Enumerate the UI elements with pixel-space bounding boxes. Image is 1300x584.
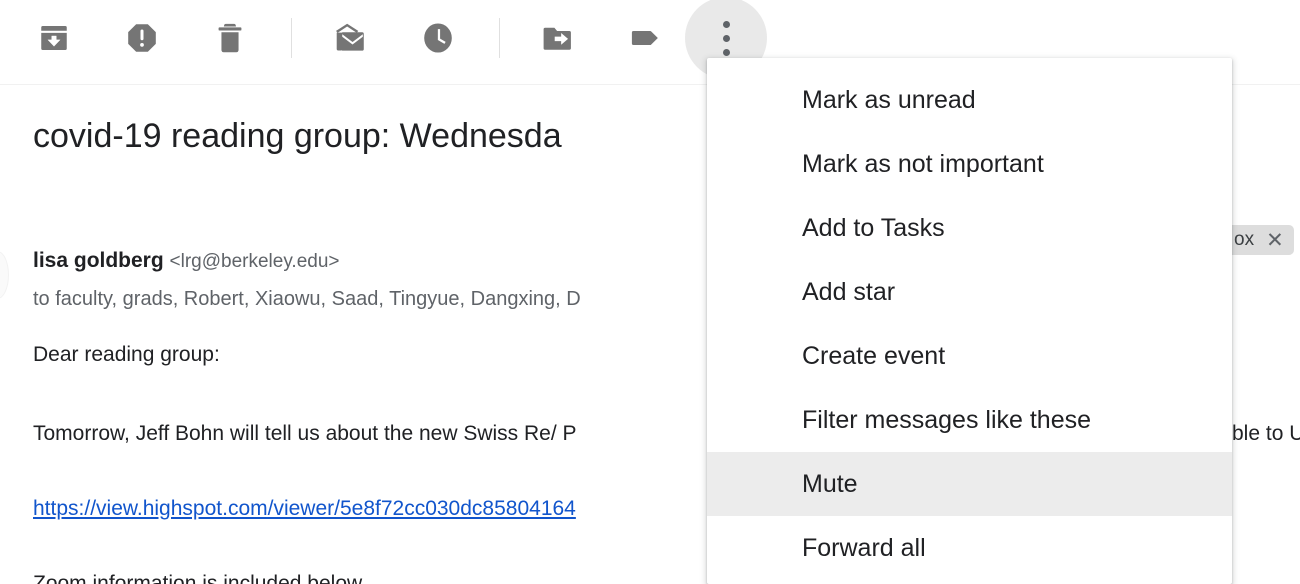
body-greeting: Dear reading group: <box>33 343 220 366</box>
kebab-menu-icon <box>722 17 730 59</box>
menu-item-mute[interactable]: Mute <box>707 452 1232 516</box>
menu-item-mark-as-not-important[interactable]: Mark as not important <box>707 132 1232 196</box>
body-paragraph-overflow: ble to U <box>1232 422 1300 445</box>
body-link[interactable]: https://view.highspot.com/viewer/5e8f72c… <box>33 494 576 524</box>
menu-item-label: Forward all <box>802 533 926 562</box>
menu-item-label: Add star <box>802 277 896 306</box>
trash-icon <box>212 20 248 56</box>
archive-button[interactable] <box>24 8 84 68</box>
move-to-button[interactable] <box>528 8 588 68</box>
menu-item-label: Filter messages like these <box>802 405 1092 434</box>
body-paragraph: Tomorrow, Jeff Bohn will tell us about t… <box>33 422 577 445</box>
folder-arrow-icon <box>540 20 576 56</box>
sender-email: <lrg@berkeley.edu> <box>169 251 340 272</box>
tag-icon <box>628 20 664 56</box>
snooze-button[interactable] <box>408 8 468 68</box>
toolbar-separator-2 <box>499 18 500 58</box>
menu-item-add-star[interactable]: Add star <box>707 260 1232 324</box>
inbox-label-text: ox <box>1234 229 1255 250</box>
sender-line: lisa goldberg <lrg@berkeley.edu> <box>33 247 340 276</box>
menu-item-label: Add to Tasks <box>802 213 945 242</box>
menu-item-forward-all[interactable]: Forward all <box>707 516 1232 580</box>
menu-item-label: Mute <box>802 469 858 498</box>
recipients-line[interactable]: to faculty, grads, Robert, Xiaowu, Saad,… <box>33 285 581 313</box>
sender-name: lisa goldberg <box>33 249 164 272</box>
report-spam-icon <box>124 20 160 56</box>
menu-item-label: Mark as unread <box>802 85 976 114</box>
labels-button[interactable] <box>616 8 676 68</box>
archive-icon <box>36 20 72 56</box>
menu-item-filter-messages-like-these[interactable]: Filter messages like these <box>707 388 1232 452</box>
toolbar-separator-1 <box>291 18 292 58</box>
remove-label-icon[interactable]: ✕ <box>1266 230 1284 251</box>
inbox-label-chip[interactable]: ox ✕ <box>1222 225 1294 255</box>
menu-item-label: Create event <box>802 341 946 370</box>
menu-item-mark-as-unread[interactable]: Mark as unread <box>707 68 1232 132</box>
report-spam-button[interactable] <box>112 8 172 68</box>
clock-icon <box>420 20 456 56</box>
menu-item-label: Mark as not important <box>802 149 1044 178</box>
body-closing: Zoom information is included below. <box>33 572 367 584</box>
more-options-menu: Mark as unread Mark as not important Add t… <box>707 58 1232 584</box>
delete-button[interactable] <box>200 8 260 68</box>
menu-item-add-to-tasks[interactable]: Add to Tasks <box>707 196 1232 260</box>
page-title: covid-19 reading group: Wednesda <box>33 117 562 155</box>
envelope-open-icon <box>331 19 369 57</box>
menu-item-create-event[interactable]: Create event <box>707 324 1232 388</box>
avatar <box>0 251 9 299</box>
mark-unread-button[interactable] <box>320 8 380 68</box>
